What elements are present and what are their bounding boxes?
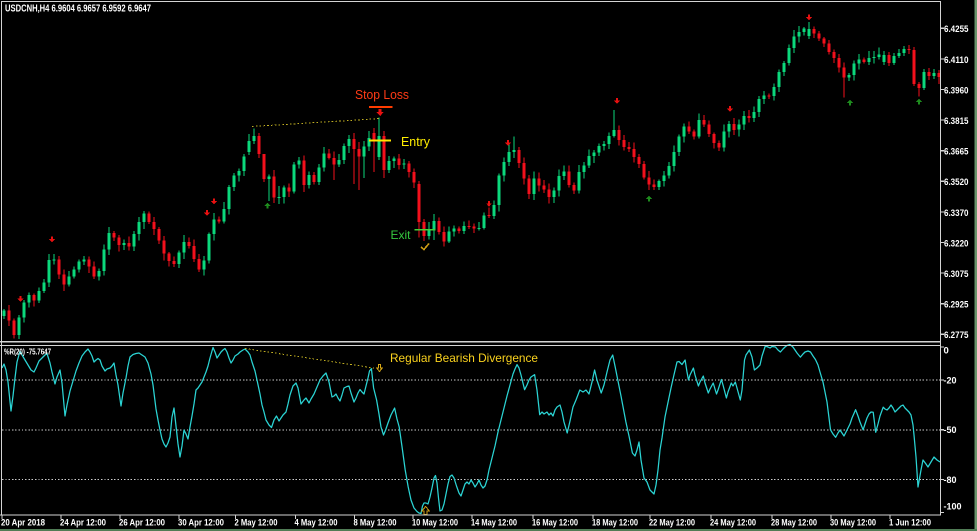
svg-text:6.2925: 6.2925 — [944, 300, 969, 311]
svg-text:-100: -100 — [944, 501, 962, 512]
svg-text:22 May 12:00: 22 May 12:00 — [649, 518, 695, 529]
svg-text:30 May 12:00: 30 May 12:00 — [830, 518, 876, 529]
svg-text:4 May 12:00: 4 May 12:00 — [295, 518, 338, 529]
svg-text:14 May 12:00: 14 May 12:00 — [471, 518, 517, 529]
svg-text:1 Jun 12:00: 1 Jun 12:00 — [889, 518, 931, 529]
svg-text:6.3370: 6.3370 — [944, 208, 969, 219]
svg-text:6.4255: 6.4255 — [944, 24, 969, 35]
svg-text:Regular Bearish Divergence: Regular Bearish Divergence — [390, 351, 538, 365]
svg-text:26 Apr 12:00: 26 Apr 12:00 — [119, 518, 165, 529]
svg-text:6.3665: 6.3665 — [944, 147, 969, 158]
svg-text:0: 0 — [944, 345, 949, 356]
svg-text:6.3075: 6.3075 — [944, 269, 969, 280]
svg-text:24 May 12:00: 24 May 12:00 — [710, 518, 756, 529]
svg-text:6.4110: 6.4110 — [944, 55, 969, 66]
svg-text:-20: -20 — [944, 376, 957, 387]
svg-text:Stop Loss: Stop Loss — [355, 87, 409, 102]
svg-text:20 Apr 2018: 20 Apr 2018 — [1, 518, 45, 529]
svg-text:8 May 12:00: 8 May 12:00 — [354, 518, 397, 529]
svg-text:24 Apr 12:00: 24 Apr 12:00 — [60, 518, 106, 529]
svg-text:30 Apr 12:00: 30 Apr 12:00 — [178, 518, 224, 529]
svg-text:Exit: Exit — [391, 228, 412, 242]
svg-text:16 May 12:00: 16 May 12:00 — [532, 518, 578, 529]
svg-text:18 May 12:00: 18 May 12:00 — [592, 518, 638, 529]
svg-text:%R(20) -75.7647: %R(20) -75.7647 — [4, 347, 51, 357]
svg-text:-50: -50 — [944, 425, 957, 436]
svg-text:2 May 12:00: 2 May 12:00 — [235, 518, 278, 529]
svg-text:28 May 12:00: 28 May 12:00 — [771, 518, 817, 529]
svg-text:6.3220: 6.3220 — [944, 238, 969, 249]
svg-text:6.3815: 6.3815 — [944, 116, 969, 127]
svg-text:6.2775: 6.2775 — [944, 330, 969, 341]
svg-text:6.3520: 6.3520 — [944, 177, 969, 188]
svg-text:10 May 12:00: 10 May 12:00 — [412, 518, 458, 529]
svg-text:USDCNH,H4 6.9604 6.9657 6.959: USDCNH,H4 6.9604 6.9657 6.9592 6.9647 — [5, 2, 151, 14]
svg-text:6.3960: 6.3960 — [944, 85, 969, 96]
svg-text:-80: -80 — [944, 475, 957, 486]
svg-text:Entry: Entry — [401, 134, 430, 149]
